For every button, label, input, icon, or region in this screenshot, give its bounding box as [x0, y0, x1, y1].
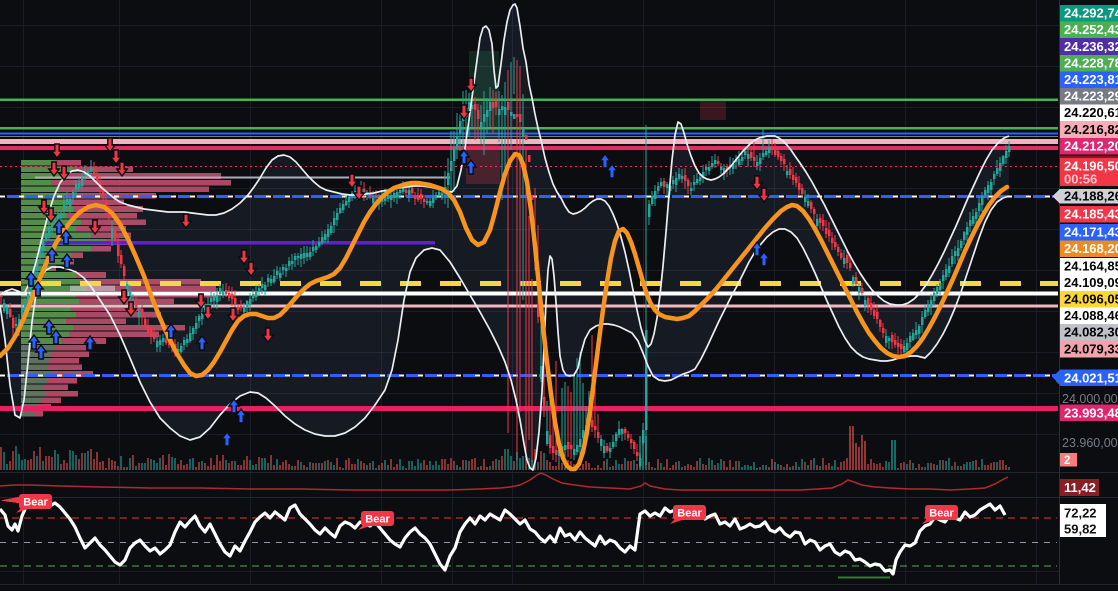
svg-text:23.993,48: 23.993,48	[1064, 405, 1118, 420]
svg-text:24.228,78: 24.228,78	[1064, 55, 1118, 70]
svg-text:24.292,74: 24.292,74	[1064, 6, 1118, 21]
svg-text:24.212,20: 24.212,20	[1064, 138, 1118, 153]
svg-text:24.168,20: 24.168,20	[1064, 241, 1118, 256]
svg-text:24.164,85: 24.164,85	[1064, 259, 1118, 274]
svg-text:24.021,51: 24.021,51	[1064, 370, 1118, 385]
svg-text:24.096,05: 24.096,05	[1064, 292, 1118, 307]
svg-text:24.220,61: 24.220,61	[1064, 105, 1118, 120]
svg-text:11,42: 11,42	[1064, 480, 1096, 495]
svg-text:Bear: Bear	[677, 508, 702, 520]
svg-text:24.082,30: 24.082,30	[1064, 325, 1118, 340]
svg-text:24.252,43: 24.252,43	[1064, 22, 1118, 37]
svg-text:00:56: 00:56	[1064, 172, 1097, 187]
svg-text:24.216,82: 24.216,82	[1064, 122, 1118, 137]
svg-text:2: 2	[1064, 455, 1070, 467]
svg-text:24.223,81: 24.223,81	[1064, 72, 1118, 87]
svg-text:24.185,43: 24.185,43	[1064, 207, 1118, 222]
svg-text:Bear: Bear	[23, 497, 48, 509]
svg-text:72,22: 72,22	[1064, 506, 1097, 521]
svg-text:24.000,00: 24.000,00	[1062, 392, 1118, 406]
svg-text:24.188,26: 24.188,26	[1064, 189, 1118, 204]
svg-text:Bear: Bear	[365, 514, 390, 526]
svg-text:23.960,00: 23.960,00	[1062, 436, 1118, 450]
svg-text:24.236,32: 24.236,32	[1064, 39, 1118, 54]
svg-text:24.171,43: 24.171,43	[1064, 225, 1118, 240]
svg-text:24.109,09: 24.109,09	[1064, 275, 1118, 290]
svg-text:24.088,46: 24.088,46	[1064, 308, 1118, 323]
svg-text:24.079,33: 24.079,33	[1064, 341, 1118, 356]
svg-text:59,82: 59,82	[1064, 522, 1097, 537]
svg-text:24.223,29: 24.223,29	[1064, 89, 1118, 104]
svg-text:Bear: Bear	[929, 508, 954, 520]
